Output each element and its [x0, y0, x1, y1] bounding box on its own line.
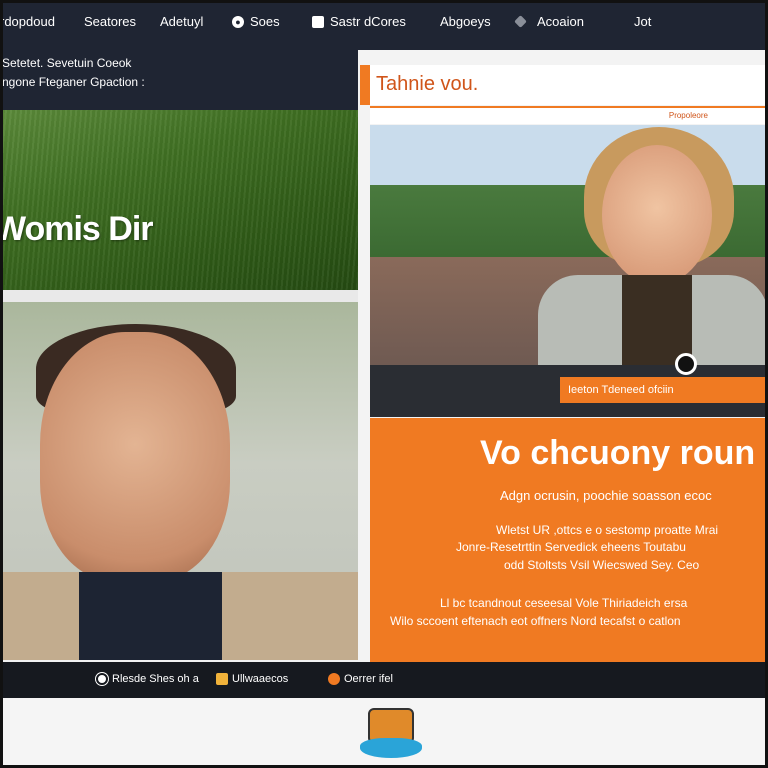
feature-subheader: Propoleore [370, 106, 768, 124]
nav-label: Adetuyl [160, 14, 204, 29]
hero-intro: Setetet. Sevetuin Coeok ngone Fteganer G… [0, 50, 358, 110]
nav-item-jot[interactable]: Jot [634, 14, 651, 29]
tag-icon [514, 15, 527, 28]
promo-text-line: odd Stoltsts Vsil Wiecswed Sey. Ceo [504, 558, 700, 572]
nav-label: rdopdoud [0, 14, 55, 29]
nav-item-sastr-dcores[interactable]: Sastr dCores [312, 14, 406, 29]
nav-item-soes[interactable]: ● Soes [232, 14, 280, 29]
refresh-icon [96, 673, 108, 686]
fire-icon [328, 673, 340, 686]
toolbar-item-1[interactable]: Rlesde Shes oh a [96, 673, 199, 686]
nav-item-seatores[interactable]: Seatores [84, 14, 136, 29]
footer [0, 698, 768, 768]
nav-item-acoaion[interactable]: Acoaion [514, 14, 584, 29]
footer-logo-icon[interactable] [360, 708, 422, 762]
image-caption: Ieeton Tdeneed ofciin [560, 377, 768, 403]
nav-label: Jot [634, 14, 652, 29]
portrait-man-image[interactable] [0, 302, 358, 660]
nav-item-adetuyl[interactable]: Adetuyl [160, 14, 203, 29]
nav-item-rdopdoud[interactable]: rdopdoud [0, 14, 55, 29]
hero-line-1: Setetet. Sevetuin Coeok [2, 56, 132, 70]
hero-line-2: ngone Fteganer Gpaction : [2, 75, 145, 89]
toolbar-label: Ullwaaecos [232, 673, 289, 685]
toolbar-label: Rlesde Shes oh a [112, 673, 199, 685]
promo-headline: Vo chcuony roun [480, 434, 756, 472]
face-shape [602, 145, 712, 285]
promo-text-line: Jonre-Resetrttin Servedick eheens Toutab… [456, 540, 686, 554]
bookmark-icon [216, 673, 228, 686]
face-shape [40, 332, 230, 582]
promo-text-line: Wletst UR ,ottcs e o sestomp proatte Mra… [496, 523, 719, 537]
divider [0, 290, 358, 302]
blouse-shape [622, 275, 692, 365]
toolbar-item-2[interactable]: Ullwaaecos [216, 673, 289, 686]
bottom-toolbar: Rlesde Shes oh a Ullwaaecos Oerrer ifel [0, 662, 768, 698]
portrait-woman-image[interactable] [370, 125, 768, 365]
top-navigation: rdopdoud Seatores Adetuyl ● Soes Sastr dC… [0, 0, 768, 50]
camera-icon[interactable] [675, 353, 697, 375]
toolbar-label: Oerrer ifel [344, 673, 393, 685]
promo-text-line: Wilo sccoent eftenach eot offners Nord t… [390, 614, 681, 628]
nav-label: Acoaion [537, 14, 584, 29]
brand-logo-text: Womis Dir [0, 210, 154, 248]
nav-label: Seatores [84, 14, 137, 29]
shirt-shape [0, 572, 358, 660]
promo-lead: Adgn ocrusin, poochie soasson ecoc [500, 488, 712, 503]
circle-icon: ● [232, 15, 244, 28]
promo-text-line: Ll bc tcandnout ceseesal Vole Thiriadeic… [440, 596, 688, 610]
image-caption-bar: Ieeton Tdeneed ofciin [370, 353, 768, 417]
feature-subtitle: Propoleore [668, 111, 708, 120]
toolbar-item-3[interactable]: Oerrer ifel [328, 673, 393, 686]
feature-header: Tahnie vou. [360, 65, 768, 105]
logo-base-shape [360, 738, 422, 758]
nav-item-abgoeys[interactable]: Abgoeys [440, 14, 491, 29]
nav-label: Soes [250, 14, 280, 29]
nav-label: Sastr dCores [330, 14, 406, 29]
nav-label: Abgoeys [440, 14, 491, 29]
grass-banner-image[interactable]: Womis Dir [0, 110, 358, 290]
square-icon [312, 15, 324, 28]
promo-card: Vo chcuony roun Adgn ocrusin, poochie so… [370, 418, 768, 662]
feature-title: Tahnie vou. [376, 73, 479, 95]
